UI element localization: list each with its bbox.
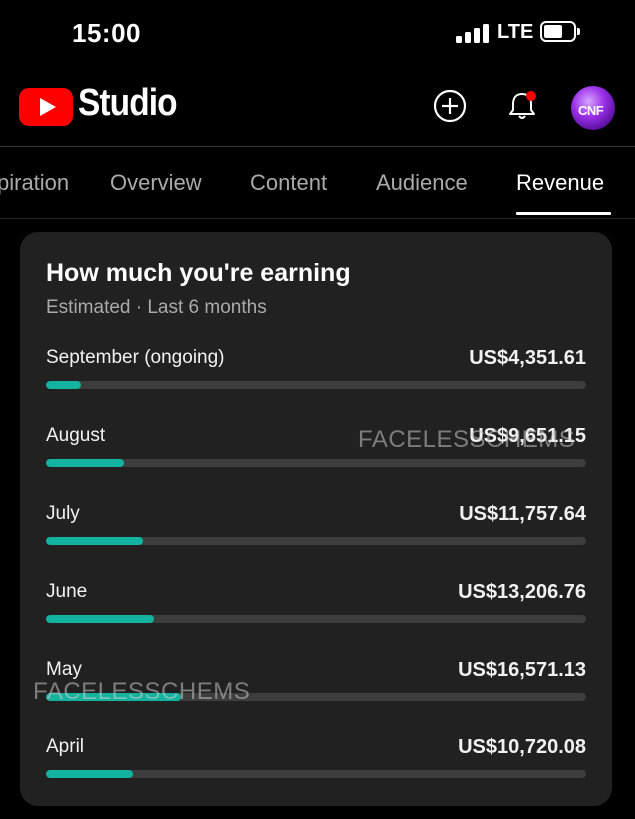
amount-value: US$16,571.13: [458, 659, 586, 681]
progress-bar: [46, 381, 82, 389]
progress-bar: [46, 615, 154, 623]
month-label: July: [46, 503, 80, 524]
amount-value: US$11,757.64: [459, 503, 586, 525]
earnings-row: September (ongoing) US$4,351.61: [46, 347, 586, 407]
tabs-divider: [0, 218, 635, 219]
earnings-card[interactable]: How much you're earning Estimated · Last…: [20, 232, 612, 806]
progress-track: [46, 615, 586, 623]
tab-revenue[interactable]: Revenue: [516, 170, 604, 196]
notification-badge: [526, 91, 536, 101]
avatar-text: CNF: [578, 103, 604, 118]
app-header: Studio CNF: [0, 70, 635, 146]
watermark: FACELESSCHEMS: [33, 678, 251, 705]
battery-icon: [540, 21, 580, 42]
youtube-logo-icon[interactable]: [19, 88, 73, 126]
header-divider: [0, 146, 635, 147]
tab-content[interactable]: Content: [250, 170, 327, 196]
progress-track: [46, 381, 586, 389]
notifications-icon[interactable]: [505, 88, 541, 124]
month-label: April: [46, 736, 85, 757]
amount-value: US$10,720.08: [458, 736, 586, 758]
card-subtitle: Estimated · Last 6 months: [46, 297, 267, 318]
month-label: September (ongoing): [46, 347, 225, 368]
earnings-row: July US$11,757.64: [46, 503, 586, 563]
amount-value: US$13,206.76: [458, 581, 586, 603]
status-bar: 15:00 LTE: [0, 0, 635, 62]
app-name: Studio: [78, 82, 178, 124]
watermark: FACELESSCHEMS: [358, 426, 576, 453]
earnings-row: June US$13,206.76: [46, 581, 586, 641]
card-title: How much you're earning: [46, 259, 351, 287]
cellular-signal-icon: [456, 23, 490, 43]
earnings-row: April US$10,720.08: [46, 736, 586, 796]
progress-bar: [46, 459, 125, 467]
tab-audience[interactable]: Audience: [376, 170, 468, 196]
network-type: LTE: [497, 21, 534, 43]
progress-bar: [46, 537, 144, 545]
month-label: June: [46, 581, 88, 602]
progress-bar: [46, 770, 134, 778]
avatar[interactable]: CNF: [571, 86, 615, 130]
tab-bar: piration Overview Content Audience Reven…: [0, 148, 635, 218]
create-icon[interactable]: [433, 89, 467, 123]
progress-track: [46, 770, 586, 778]
tab-inspiration[interactable]: piration: [0, 170, 69, 196]
status-time: 15:00: [72, 18, 141, 48]
active-tab-indicator: [516, 212, 611, 215]
amount-value: US$4,351.61: [469, 347, 586, 369]
progress-track: [46, 537, 586, 545]
progress-track: [46, 459, 586, 467]
tab-overview[interactable]: Overview: [110, 170, 202, 196]
month-label: August: [46, 425, 106, 446]
